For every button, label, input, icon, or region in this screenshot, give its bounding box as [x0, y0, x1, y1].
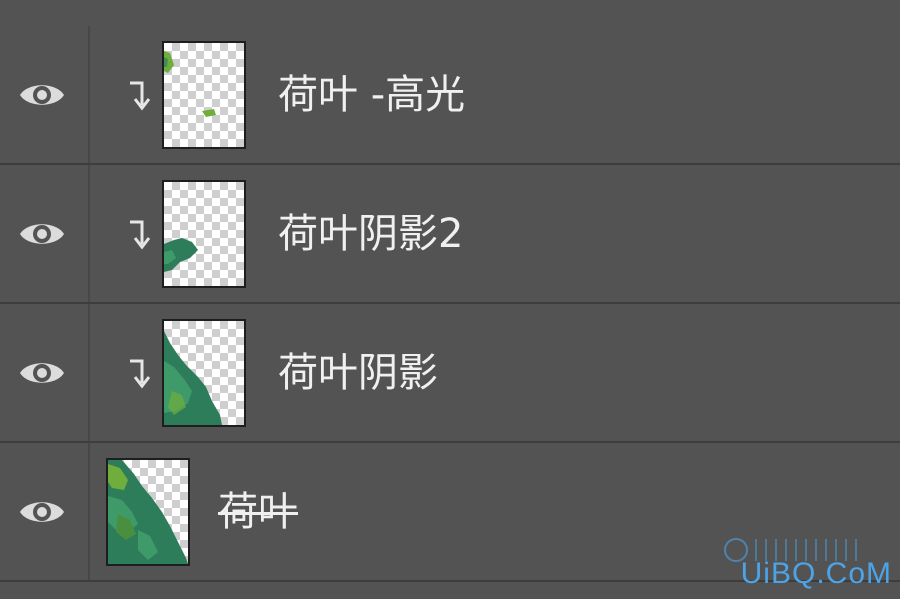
layer-name[interactable]: 荷叶阴影2	[278, 208, 463, 260]
layer-name[interactable]: 荷叶阴影	[278, 347, 438, 399]
visibility-column	[0, 304, 90, 441]
visibility-column	[0, 443, 90, 580]
layer-thumbnail[interactable]	[106, 457, 190, 566]
layer-thumbnail[interactable]	[162, 179, 246, 288]
eye-icon[interactable]	[18, 356, 66, 390]
eye-icon[interactable]	[18, 217, 66, 251]
layer-row-leaf-shadow-2[interactable]: 荷叶阴影2	[0, 165, 900, 304]
layer-name[interactable]: 荷叶	[218, 486, 298, 538]
visibility-column	[0, 165, 90, 302]
eye-icon[interactable]	[18, 78, 66, 112]
clipping-mask-arrow-icon	[130, 359, 150, 388]
clipping-mask-arrow-icon	[130, 81, 150, 110]
layer-thumbnail[interactable]	[162, 40, 246, 149]
layer-row-leaf-shadow[interactable]: 荷叶阴影	[0, 304, 900, 443]
layer-row-leaf-highlight[interactable]: 荷叶 -高光	[0, 26, 900, 165]
visibility-column	[0, 26, 90, 163]
eye-icon[interactable]	[18, 495, 66, 529]
watermark-text: UiBQ.CoM	[740, 557, 892, 590]
clipping-mask-arrow-icon	[130, 220, 150, 249]
layers-panel: 荷叶 -高光 荷叶阴影2 荷叶阴影 荷叶 UiBQ.CoM	[0, 0, 900, 599]
layer-thumbnail[interactable]	[162, 318, 246, 427]
watermark: UiBQ.CoM	[722, 531, 892, 591]
layer-name[interactable]: 荷叶 -高光	[278, 69, 465, 121]
